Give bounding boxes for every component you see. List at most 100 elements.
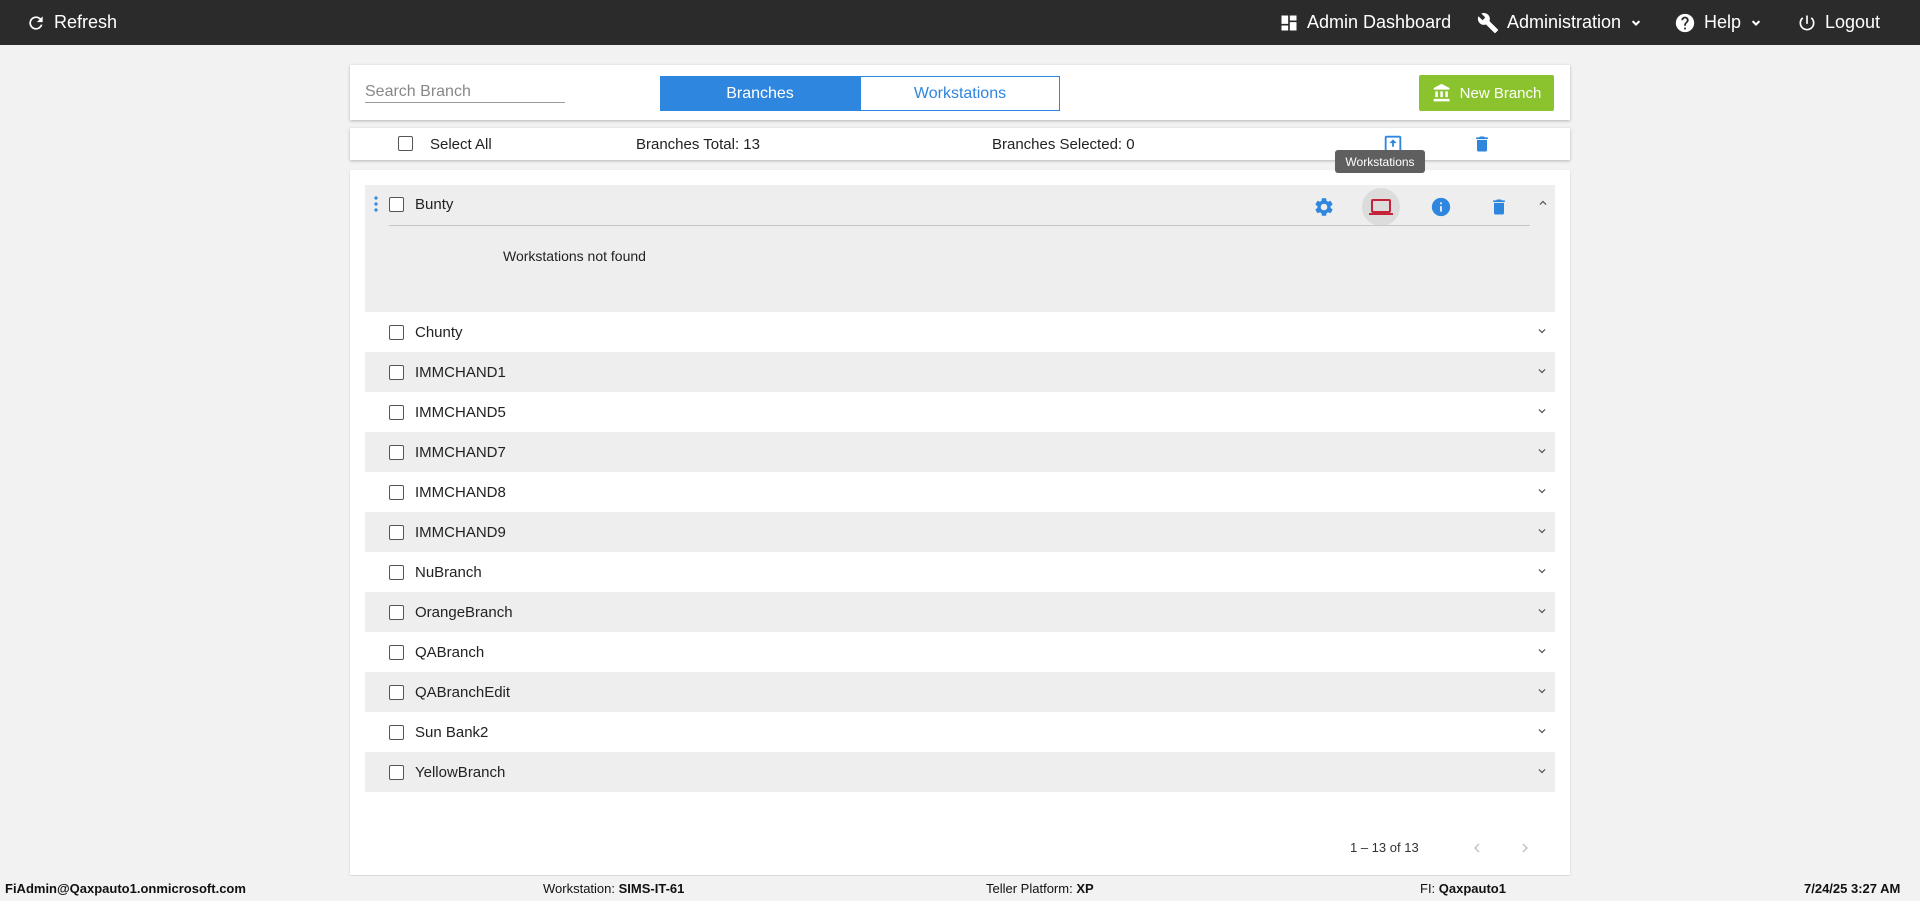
logout-label: Logout xyxy=(1825,12,1881,32)
laptop-icon xyxy=(1369,199,1393,215)
branch-delete-button[interactable] xyxy=(1484,192,1514,222)
branch-checkbox[interactable] xyxy=(389,564,404,580)
help-label: Help xyxy=(1704,12,1742,32)
search-input[interactable] xyxy=(365,81,565,103)
expand-button[interactable] xyxy=(1535,364,1549,383)
top-navigation-bar: Refresh Admin Dashboard Administration H… xyxy=(0,0,1920,45)
branch-checkbox[interactable] xyxy=(389,404,404,420)
chevron-down-icon xyxy=(1538,449,1546,454)
help-icon xyxy=(1675,13,1695,32)
collapse-button[interactable] xyxy=(1533,193,1553,213)
branch-row[interactable]: YellowBranch xyxy=(365,752,1555,792)
branch-row[interactable]: NuBranch xyxy=(365,552,1555,592)
branch-checkbox[interactable] xyxy=(389,644,404,660)
footer-fi: FI: Qaxpauto1 xyxy=(1420,881,1506,896)
chevron-down-icon xyxy=(1538,569,1546,574)
branch-name: NuBranch xyxy=(415,563,482,581)
branch-row[interactable]: QABranch xyxy=(365,632,1555,672)
tab-workstations[interactable]: Workstations xyxy=(860,76,1060,111)
branch-name: OrangeBranch xyxy=(415,603,513,621)
chevron-down-icon xyxy=(1538,729,1546,734)
chevron-up-icon xyxy=(1539,200,1547,205)
branch-checkbox[interactable] xyxy=(389,604,404,620)
next-page-button[interactable] xyxy=(1513,836,1537,860)
branch-name: Sun Bank2 xyxy=(415,723,489,741)
expand-button[interactable] xyxy=(1535,604,1549,623)
paginator-range: 1 – 13 of 13 xyxy=(1350,840,1419,855)
chevron-down-icon xyxy=(1538,649,1546,654)
expand-button[interactable] xyxy=(1535,324,1549,343)
branch-name: IMMCHAND9 xyxy=(415,523,506,541)
footer-fi-label: FI: xyxy=(1420,881,1436,896)
chevron-down-icon xyxy=(1538,409,1546,414)
branch-checkbox[interactable] xyxy=(389,724,404,740)
branch-name: YellowBranch xyxy=(415,763,506,781)
branch-name: IMMCHAND8 xyxy=(415,483,506,501)
branch-name: QABranchEdit xyxy=(415,683,511,701)
view-toggle: Branches Workstations xyxy=(660,76,1060,111)
expand-button[interactable] xyxy=(1535,644,1549,663)
expand-button[interactable] xyxy=(1535,684,1549,703)
bulk-delete-button[interactable] xyxy=(1470,132,1494,156)
footer-platform-value: XP xyxy=(1076,881,1094,896)
workstations-tooltip: Workstations xyxy=(1335,150,1425,173)
branch-row[interactable]: Chunty xyxy=(365,312,1555,352)
expand-button[interactable] xyxy=(1535,524,1549,543)
branch-checkbox[interactable] xyxy=(389,364,404,380)
branch-checkbox[interactable] xyxy=(389,444,404,460)
branch-checkbox[interactable] xyxy=(389,324,404,340)
expand-button[interactable] xyxy=(1535,404,1549,423)
chevron-right-icon xyxy=(1522,843,1528,853)
chevron-down-icon xyxy=(1538,329,1546,334)
previous-page-button[interactable] xyxy=(1465,836,1489,860)
drag-handle-icon[interactable] xyxy=(374,196,378,212)
branch-row[interactable]: IMMCHAND1 xyxy=(365,352,1555,392)
footer-platform-label: Teller Platform: xyxy=(986,881,1073,896)
select-all-checkbox[interactable] xyxy=(398,136,413,151)
chevron-down-icon xyxy=(1751,19,1761,26)
branch-checkbox[interactable] xyxy=(389,524,404,540)
branch-checkbox[interactable] xyxy=(389,684,404,700)
branch-workstations-button[interactable] xyxy=(1362,188,1400,226)
expand-button[interactable] xyxy=(1535,724,1549,743)
branch-row[interactable]: IMMCHAND7 xyxy=(365,432,1555,472)
expand-button[interactable] xyxy=(1535,564,1549,583)
branch-settings-button[interactable] xyxy=(1309,192,1339,222)
admin-dashboard-link[interactable]: Admin Dashboard xyxy=(1279,0,1451,45)
branch-row[interactable]: Sun Bank2 xyxy=(365,712,1555,752)
refresh-button[interactable]: Refresh xyxy=(26,0,117,45)
branch-list: Bunty Workstations not found Chunty IMMCH… xyxy=(350,170,1570,875)
expand-button[interactable] xyxy=(1535,484,1549,503)
branch-row[interactable]: IMMCHAND8 xyxy=(365,472,1555,512)
help-menu[interactable]: Help xyxy=(1674,0,1763,45)
branch-row-expanded[interactable]: Bunty Workstations not found xyxy=(365,185,1555,312)
admin-dashboard-label: Admin Dashboard xyxy=(1307,12,1452,32)
chevron-down-icon xyxy=(1538,529,1546,534)
footer-datetime: 7/24/25 3:27 AM xyxy=(1804,881,1901,896)
divider xyxy=(389,225,1530,226)
branch-info-button[interactable] xyxy=(1426,192,1456,222)
empty-state-message: Workstations not found xyxy=(503,248,646,264)
branch-row[interactable]: IMMCHAND5 xyxy=(365,392,1555,432)
delete-icon xyxy=(1476,136,1488,152)
chevron-down-icon xyxy=(1538,609,1546,614)
branch-checkbox[interactable] xyxy=(389,197,404,212)
info-icon xyxy=(1431,197,1451,217)
branch-name: IMMCHAND5 xyxy=(415,403,506,421)
expand-button[interactable] xyxy=(1535,764,1549,783)
logout-button[interactable]: Logout xyxy=(1797,0,1880,45)
footer-user: FiAdmin@Qaxpauto1.onmicrosoft.com xyxy=(5,881,246,896)
branch-row[interactable]: QABranchEdit xyxy=(365,672,1555,712)
new-branch-button[interactable]: New Branch xyxy=(1419,75,1554,111)
branch-checkbox[interactable] xyxy=(389,764,404,780)
branch-row[interactable]: IMMCHAND9 xyxy=(365,512,1555,552)
branch-checkbox[interactable] xyxy=(389,484,404,500)
footer-workstation: Workstation: SIMS-IT-61 xyxy=(543,881,684,896)
power-icon xyxy=(1799,15,1815,30)
delete-icon xyxy=(1493,199,1505,215)
branch-row[interactable]: OrangeBranch xyxy=(365,592,1555,632)
expand-button[interactable] xyxy=(1535,444,1549,463)
tab-branches[interactable]: Branches xyxy=(660,76,860,111)
search-toolbar: Branches Workstations New Branch xyxy=(350,65,1570,120)
administration-menu[interactable]: Administration xyxy=(1477,0,1643,45)
